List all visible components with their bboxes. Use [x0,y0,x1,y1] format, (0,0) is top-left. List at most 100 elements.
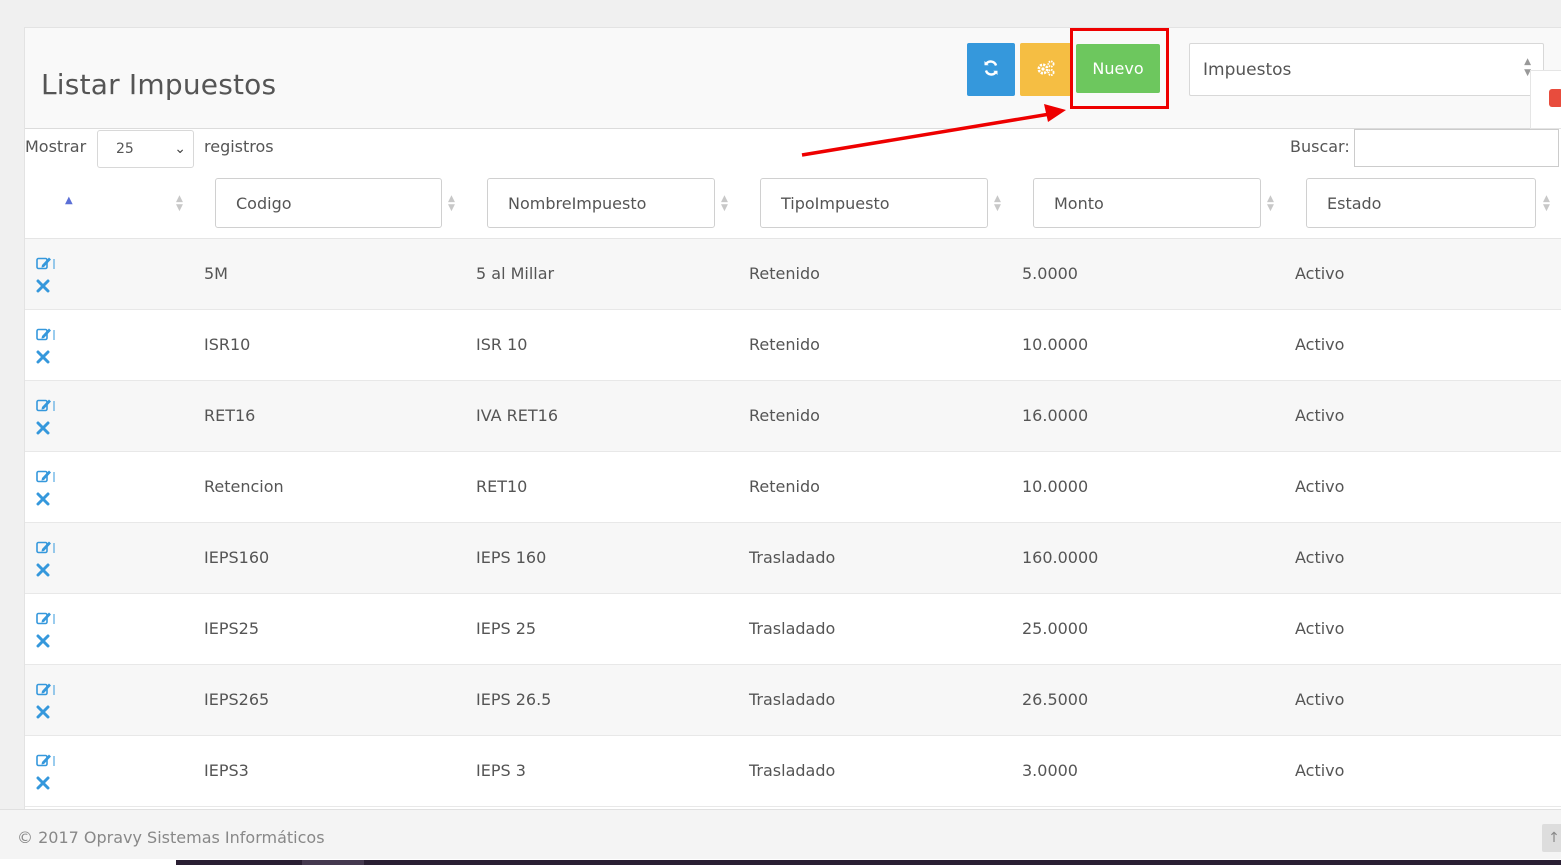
table-row: ISR10 ISR 10 Retenido 10.0000 Activo [25,310,1561,381]
cell-tipo: Retenido [749,477,820,496]
delete-icon[interactable] [36,775,50,790]
side-tab-icon [1549,89,1561,107]
cell-monto: 26.5000 [1022,690,1089,709]
panel-header: Listar Impuestos Nuevo Impuestos ▲ ▼ [25,28,1561,129]
sort-icon[interactable]: ▲ ▼ [448,195,455,213]
delete-icon[interactable] [36,278,50,293]
cell-tipo: Retenido [749,335,820,354]
column-header-estado: Estado [1327,193,1382,213]
cell-estado: Activo [1295,406,1345,425]
delete-icon[interactable] [36,704,50,719]
filter-monto[interactable]: Monto [1033,178,1261,228]
cell-nombre: IEPS 25 [476,619,537,638]
table-row: IEPS25 IEPS 25 Trasladado 25.0000 Activo [25,594,1561,665]
cell-estado: Activo [1295,761,1345,780]
delete-icon[interactable] [36,633,50,648]
module-select[interactable]: Impuestos ▲ ▼ [1189,43,1544,96]
cell-monto: 10.0000 [1022,335,1089,354]
scroll-top-icon[interactable]: ↑ [1542,824,1561,852]
cell-codigo: RET16 [204,406,256,425]
refresh-button[interactable] [967,43,1015,96]
taskbar-strip [0,859,1561,865]
cell-nombre: 5 al Millar [476,264,555,283]
filter-estado[interactable]: Estado [1306,178,1536,228]
page-length-select[interactable]: 25 ⌄ [97,130,194,168]
search-input[interactable] [1354,129,1559,167]
cell-monto: 10.0000 [1022,477,1089,496]
cell-monto: 16.0000 [1022,406,1089,425]
delete-icon[interactable] [36,491,50,506]
cell-nombre: IEPS 3 [476,761,526,780]
sort-icon[interactable]: ▲ ▼ [176,195,183,213]
table-row: 5M 5 al Millar Retenido 5.0000 Activo [25,239,1561,310]
module-select-value: Impuestos [1203,59,1292,80]
sort-icon[interactable]: ▲ ▼ [1543,195,1550,213]
cell-codigo: 5M [204,264,228,283]
page-length-value: 25 [116,141,134,157]
config-button[interactable] [1020,43,1072,96]
edit-icon[interactable] [36,397,56,412]
cell-monto: 25.0000 [1022,619,1089,638]
table-row: IEPS160 IEPS 160 Trasladado 160.0000 Activo [25,523,1561,594]
chevron-down-icon: ⌄ [174,141,186,157]
sort-icon[interactable]: ▲ ▼ [994,195,1001,213]
column-header-tipo: TipoImpuesto [781,193,890,213]
table-row: IEPS265 IEPS 26.5 Trasladado 26.5000 Activo [25,665,1561,736]
cell-codigo: IEPS265 [204,690,270,709]
column-header-nombre: NombreImpuesto [508,193,647,213]
page-title: Listar Impuestos [41,68,277,101]
table-row: RET16 IVA RET16 Retenido 16.0000 Activo [25,381,1561,452]
sort-asc-icon[interactable]: ▲ [65,195,73,206]
cell-nombre: IEPS 26.5 [476,690,552,709]
cell-estado: Activo [1295,690,1345,709]
sort-icon[interactable]: ▲ ▼ [721,195,728,213]
filter-codigo[interactable]: Codigo [215,178,442,228]
cell-codigo: IEPS25 [204,619,259,638]
cell-estado: Activo [1295,619,1345,638]
cell-estado: Activo [1295,264,1345,283]
records-label: registros [204,137,274,156]
cell-codigo: ISR10 [204,335,251,354]
edit-icon[interactable] [36,752,56,767]
table-controls: Mostrar 25 ⌄ registros Buscar: [25,128,1561,168]
filter-tipo-impuesto[interactable]: TipoImpuesto [760,178,988,228]
footer-copyright: © 2017 Opravy Sistemas Informáticos [17,828,325,847]
cell-codigo: IEPS3 [204,761,249,780]
cogs-icon [1036,59,1056,81]
table-header: ▲ ▲ ▼ Codigo ▲ ▼ NombreImpuesto ▲ ▼ TipoImp… [25,168,1561,239]
edit-icon[interactable] [36,681,56,696]
delete-icon[interactable] [36,420,50,435]
edit-icon[interactable] [36,255,56,270]
cell-estado: Activo [1295,335,1345,354]
cell-monto: 160.0000 [1022,548,1099,567]
refresh-icon [982,59,1000,81]
cell-nombre: ISR 10 [476,335,528,354]
annotation-highlight-box [1070,28,1169,109]
table-row: IEPS3 IEPS 3 Trasladado 3.0000 Activo [25,736,1561,807]
cell-tipo: Trasladado [749,690,836,709]
column-header-monto: Monto [1054,193,1104,213]
cell-monto: 5.0000 [1022,264,1078,283]
delete-icon[interactable] [36,562,50,577]
cell-tipo: Retenido [749,264,820,283]
cell-nombre: IVA RET16 [476,406,559,425]
cell-tipo: Trasladado [749,761,836,780]
cell-tipo: Trasladado [749,548,836,567]
edit-icon[interactable] [36,610,56,625]
cell-nombre: RET10 [476,477,528,496]
cell-estado: Activo [1295,477,1345,496]
cell-nombre: IEPS 160 [476,548,547,567]
edit-icon[interactable] [36,326,56,341]
delete-icon[interactable] [36,349,50,364]
filter-nombre-impuesto[interactable]: NombreImpuesto [487,178,715,228]
cell-codigo: IEPS160 [204,548,270,567]
cell-estado: Activo [1295,548,1345,567]
footer: © 2017 Opravy Sistemas Informáticos ↑ [0,809,1561,859]
main-panel: Listar Impuestos Nuevo Impuestos ▲ ▼ Most… [24,27,1561,809]
side-tab[interactable] [1530,70,1561,129]
edit-icon[interactable] [36,468,56,483]
sort-icon[interactable]: ▲ ▼ [1267,195,1274,213]
edit-icon[interactable] [36,539,56,554]
search-label: Buscar: [1290,137,1350,156]
cell-tipo: Retenido [749,406,820,425]
